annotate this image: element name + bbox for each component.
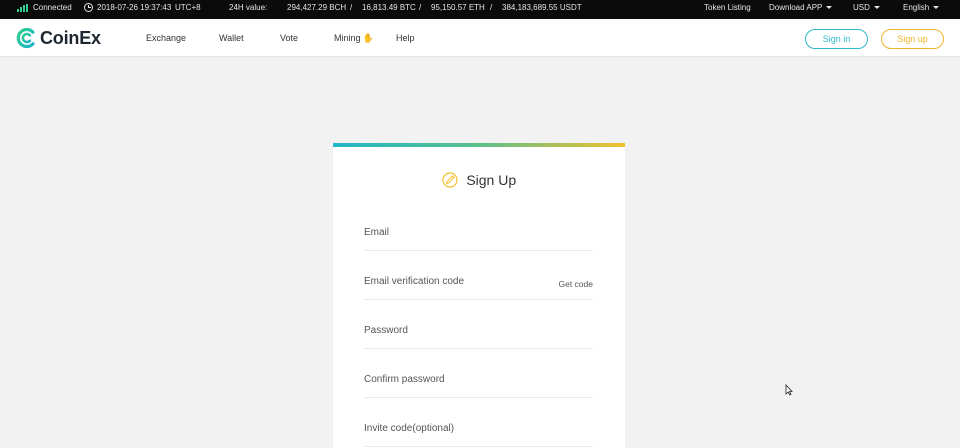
separator: / bbox=[419, 3, 422, 12]
datetime: 2018-07-26 19:37:43 bbox=[97, 3, 172, 12]
connection-status: Connected bbox=[33, 3, 72, 12]
nav-wallet[interactable]: Wallet bbox=[219, 19, 244, 57]
nav-mining[interactable]: Mining ✋ bbox=[334, 19, 374, 57]
email-field[interactable]: Email bbox=[364, 227, 593, 251]
caret-down-icon bbox=[873, 6, 880, 9]
separator: / bbox=[350, 3, 353, 12]
card-accent-bar bbox=[333, 143, 625, 147]
hand-icon: ✋ bbox=[362, 33, 374, 43]
coinex-logo-icon bbox=[16, 27, 35, 49]
usdt-value: 384,183,689.55 USDT bbox=[502, 3, 582, 12]
confirm-password-placeholder: Confirm password bbox=[364, 374, 445, 385]
logo-text: CoinEx bbox=[40, 28, 101, 48]
nav-mining-label: Mining bbox=[334, 33, 361, 43]
password-placeholder: Password bbox=[364, 325, 408, 336]
eth-value: 95,150.57 ETH bbox=[431, 3, 485, 12]
verification-code-field[interactable]: Email verification code Get code bbox=[364, 276, 593, 300]
signup-title: Sign Up bbox=[333, 171, 625, 191]
signup-button[interactable]: Sign up bbox=[881, 29, 944, 49]
download-app-menu[interactable]: Download APP bbox=[769, 0, 833, 16]
value-label: 24H value: bbox=[229, 3, 268, 12]
currency-select[interactable]: USD bbox=[853, 0, 880, 16]
email-placeholder: Email bbox=[364, 227, 390, 238]
password-field[interactable]: Password bbox=[364, 325, 593, 349]
caret-down-icon bbox=[826, 6, 833, 9]
language-select[interactable]: English bbox=[903, 0, 940, 16]
signin-button[interactable]: Sign in bbox=[805, 29, 868, 49]
invite-code-placeholder: Invite code(optional) bbox=[364, 423, 455, 434]
nav-exchange[interactable]: Exchange bbox=[146, 19, 186, 57]
separator: / bbox=[490, 3, 493, 12]
pencil-circle-icon bbox=[442, 172, 458, 188]
signal-icon bbox=[17, 4, 28, 12]
clock-icon bbox=[84, 3, 93, 12]
caret-down-icon bbox=[933, 6, 940, 9]
nav-vote[interactable]: Vote bbox=[280, 19, 298, 57]
status-bar: Connected 2018-07-26 19:37:43 UTC+8 24H … bbox=[0, 0, 960, 19]
get-code-button[interactable]: Get code bbox=[559, 279, 594, 289]
download-app-label: Download APP bbox=[769, 3, 823, 12]
mouse-cursor-icon bbox=[785, 384, 793, 396]
bch-value: 294,427.29 BCH bbox=[287, 3, 347, 12]
currency-label: USD bbox=[853, 3, 870, 12]
verification-code-placeholder: Email verification code bbox=[364, 276, 465, 287]
signup-title-text: Sign Up bbox=[466, 171, 517, 188]
invite-code-field[interactable]: Invite code(optional) bbox=[364, 423, 593, 447]
confirm-password-field[interactable]: Confirm password bbox=[364, 374, 593, 398]
main-header: CoinEx Exchange Wallet Vote Mining ✋ Help… bbox=[0, 19, 960, 57]
token-listing-link[interactable]: Token Listing bbox=[704, 0, 751, 16]
language-label: English bbox=[903, 3, 930, 12]
signup-card: Sign Up Email Email verification code Ge… bbox=[333, 143, 625, 448]
btc-value: 16,813.49 BTC bbox=[362, 3, 416, 12]
timezone: UTC+8 bbox=[175, 3, 201, 12]
nav-help[interactable]: Help bbox=[396, 19, 415, 57]
